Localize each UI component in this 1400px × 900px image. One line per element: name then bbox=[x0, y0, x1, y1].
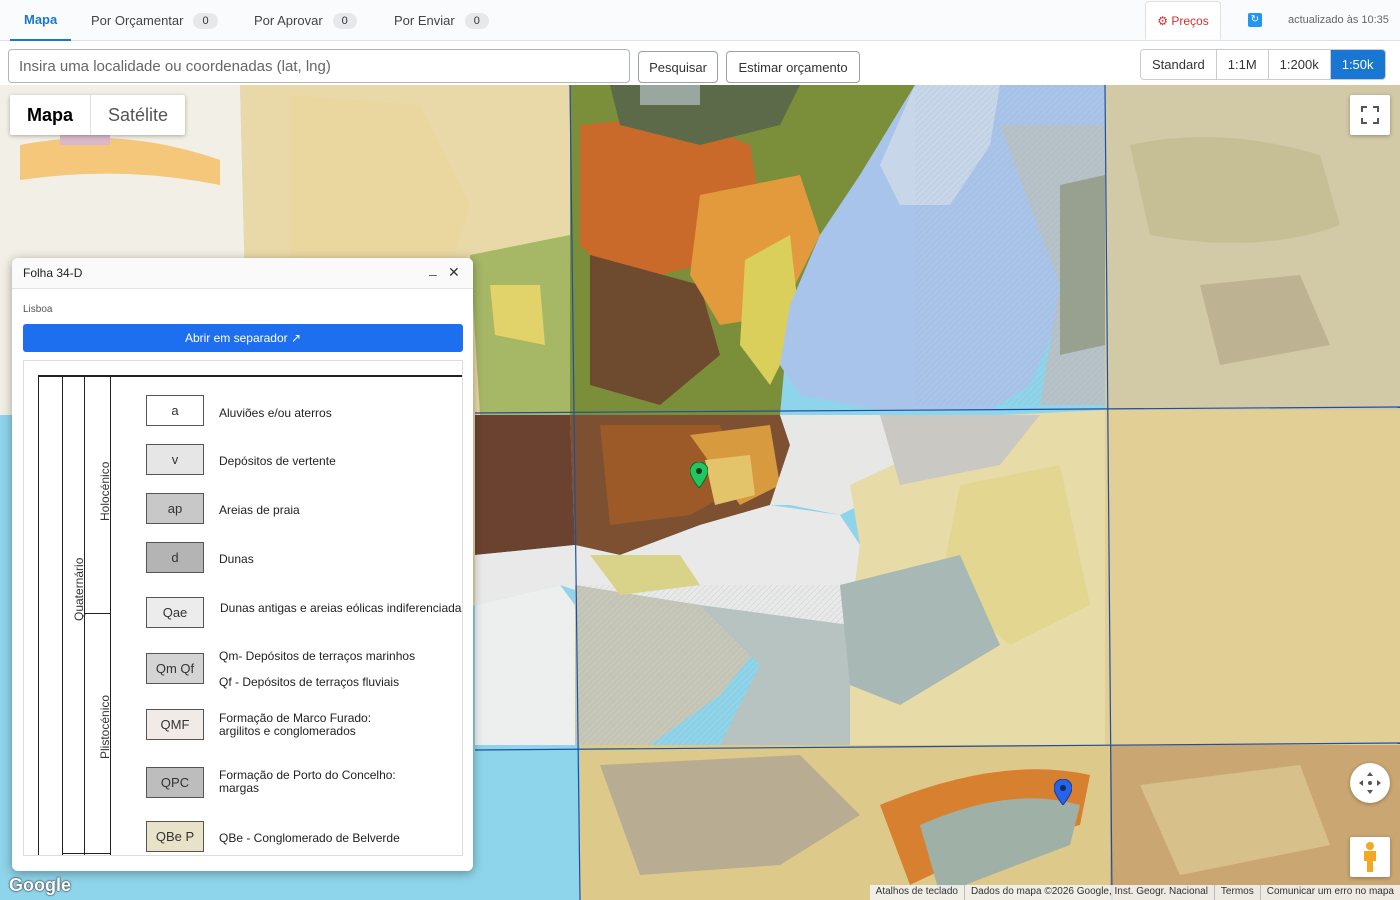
legend-text: QBe - Conglomerado de Belverde bbox=[219, 831, 400, 845]
close-icon[interactable]: ✕ bbox=[448, 264, 460, 281]
legend-text: Qm- Depósitos de terraços marinhos bbox=[219, 649, 416, 663]
legend-column-line bbox=[110, 375, 111, 855]
tab-label: Por Orçamentar bbox=[91, 13, 184, 28]
geological-map[interactable]: Mapa Satélite Google Atalhos de teclado … bbox=[0, 85, 1400, 900]
move-arrows-icon bbox=[1359, 772, 1381, 794]
map-data-text: Dados do mapa ©2026 Google, Inst. Geogr.… bbox=[963, 885, 1214, 900]
street-view-button[interactable] bbox=[1350, 837, 1390, 877]
tab-por-orcamentar[interactable]: Por Orçamentar 0 bbox=[91, 0, 218, 41]
legend-divider bbox=[62, 853, 110, 854]
tab-por-enviar[interactable]: Por Enviar 0 bbox=[394, 0, 489, 41]
legend-image[interactable]: Quaternário Holocénico Plistocénico a Al… bbox=[23, 360, 463, 856]
refresh-icon[interactable]: ↻ bbox=[1248, 13, 1262, 27]
google-logo: Google bbox=[9, 875, 71, 895]
map-marker-blue[interactable] bbox=[1054, 779, 1072, 805]
legend-text: Dunas bbox=[219, 552, 254, 566]
legend-text: Formação de Marco Furado: bbox=[219, 711, 372, 725]
legend-swatch: a bbox=[146, 395, 204, 426]
legend-swatch: QPC bbox=[146, 767, 204, 798]
map-type-satellite[interactable]: Satélite bbox=[90, 95, 185, 135]
location-label: Lisboa bbox=[23, 304, 53, 315]
terms-link[interactable]: Termos bbox=[1213, 885, 1260, 900]
legend-text: Depósitos de vertente bbox=[219, 454, 336, 468]
legend-swatch: Qae bbox=[146, 597, 204, 628]
legend-text: margas bbox=[219, 781, 260, 795]
open-in-tab-button[interactable]: Abrir em separador ↗ bbox=[23, 324, 463, 352]
tab-label: Por Aprovar bbox=[254, 13, 323, 28]
tab-label: Por Enviar bbox=[394, 13, 455, 28]
scale-standard[interactable]: Standard bbox=[1141, 50, 1216, 79]
last-updated-text: actualizado às 10:35 bbox=[1288, 14, 1389, 26]
scale-selector: Standard 1:1M 1:200k 1:50k bbox=[1140, 49, 1386, 80]
map-type-control: Mapa Satélite bbox=[10, 95, 186, 135]
scale-1m[interactable]: 1:1M bbox=[1215, 50, 1268, 79]
report-error-link[interactable]: Comunicar um erro no mapa bbox=[1259, 885, 1400, 900]
count-badge: 0 bbox=[332, 12, 357, 29]
era-label: Quaternário bbox=[72, 557, 86, 621]
estimate-quote-button[interactable]: Estimar orçamento bbox=[726, 51, 860, 83]
legend-swatch: d bbox=[146, 542, 204, 573]
legend-column-line bbox=[62, 375, 63, 855]
location-search-input[interactable] bbox=[8, 49, 630, 83]
tab-mapa[interactable]: Mapa bbox=[10, 0, 72, 41]
legend-top-border bbox=[38, 375, 462, 377]
tab-mapa-label: Mapa bbox=[24, 12, 58, 27]
legend-text: Qf - Depósitos de terraços fluviais bbox=[219, 675, 400, 689]
search-toolbar: Pesquisar Estimar orçamento Standard 1:1… bbox=[0, 41, 1400, 85]
epoch-label-holocene: Holocénico bbox=[98, 461, 112, 521]
count-badge: 0 bbox=[193, 12, 218, 29]
map-attribution: Atalhos de teclado Dados do mapa ©2026 G… bbox=[869, 885, 1400, 900]
legend-divider bbox=[84, 613, 110, 614]
fullscreen-button[interactable] bbox=[1350, 95, 1390, 135]
pegman-icon bbox=[1364, 842, 1376, 872]
sheet-info-panel: Folha 34-D – ✕ Lisboa Abrir em separador… bbox=[12, 258, 473, 871]
legend-swatch: v bbox=[146, 444, 204, 475]
legend-text: argilitos e conglomerados bbox=[219, 724, 356, 738]
legend-text: Formação de Porto do Concelho: bbox=[219, 768, 396, 782]
epoch-label-pleistocene: Plistocénico bbox=[98, 694, 112, 759]
panel-title: Folha 34-D bbox=[12, 258, 473, 289]
legend-column-line bbox=[38, 375, 39, 855]
scale-50k[interactable]: 1:50k bbox=[1329, 50, 1385, 79]
tab-por-aprovar[interactable]: Por Aprovar 0 bbox=[254, 0, 357, 41]
legend-swatch: ap bbox=[146, 493, 204, 524]
count-badge: 0 bbox=[464, 12, 489, 29]
legend-text: Areias de praia bbox=[219, 503, 300, 517]
fullscreen-icon bbox=[1361, 106, 1379, 124]
minimize-icon[interactable]: – bbox=[429, 266, 437, 282]
legend-swatch: QMF bbox=[146, 709, 204, 740]
legend-swatch: QBe P bbox=[146, 821, 204, 852]
legend-text: Aluviões e/ou aterros bbox=[219, 406, 332, 420]
legend-text: Dunas antigas e areias eólicas indiferen… bbox=[220, 601, 463, 615]
camera-control-button[interactable] bbox=[1350, 763, 1390, 803]
legend-swatch: Qm Qf bbox=[146, 653, 204, 684]
prices-button[interactable]: ⚙ Preços bbox=[1145, 1, 1221, 39]
scale-200k[interactable]: 1:200k bbox=[1267, 50, 1330, 79]
map-type-map[interactable]: Mapa bbox=[10, 95, 90, 135]
map-marker-green[interactable] bbox=[690, 462, 708, 488]
top-navigation: Mapa Por Orçamentar 0 Por Aprovar 0 Por En… bbox=[0, 0, 1400, 41]
search-button[interactable]: Pesquisar bbox=[638, 51, 718, 83]
keyboard-shortcuts-link[interactable]: Atalhos de teclado bbox=[870, 885, 964, 900]
